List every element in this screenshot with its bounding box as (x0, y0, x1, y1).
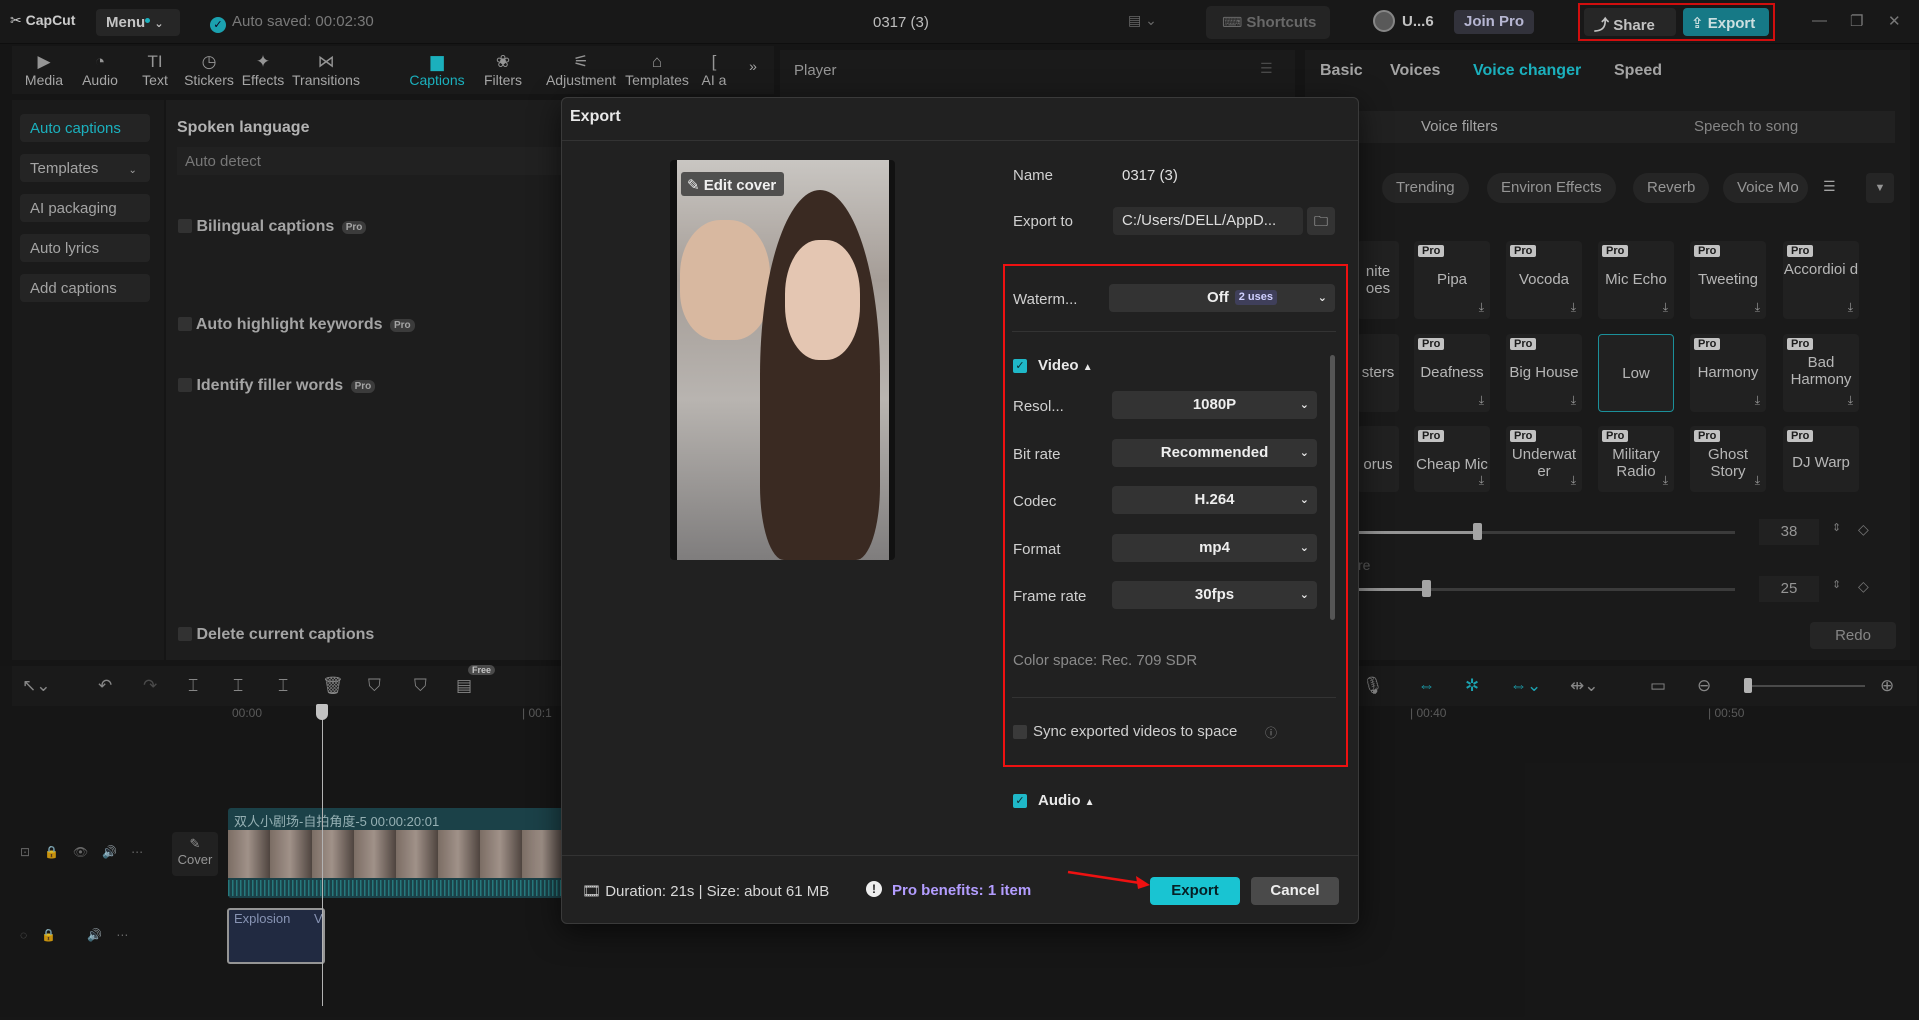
bitrate-label: Bit rate (1013, 446, 1061, 463)
codec-label: Codec (1013, 493, 1056, 510)
video-checkbox[interactable]: ✓ (1013, 359, 1027, 373)
resolution-select[interactable]: 1080P⌄ (1112, 391, 1317, 419)
bitrate-select[interactable]: Recommended⌄ (1112, 439, 1317, 467)
edit-icon: ✎ (687, 177, 700, 194)
audio-checkbox[interactable]: ✓ (1013, 794, 1027, 808)
edit-cover-button[interactable]: ✎ Edit cover (681, 172, 784, 196)
codec-select[interactable]: H.264⌄ (1112, 486, 1317, 514)
cover-person-left (680, 220, 770, 340)
chevron-down-icon: ⌄ (1300, 581, 1309, 609)
info-icon[interactable]: ! (866, 881, 882, 897)
name-label: Name (1013, 167, 1053, 184)
format-select[interactable]: mp4⌄ (1112, 534, 1317, 562)
chevron-up-icon: ▲ (1085, 797, 1095, 808)
name-input[interactable]: 0317 (3) (1122, 167, 1178, 184)
format-label: Format (1013, 541, 1061, 558)
divider (562, 855, 1358, 856)
divider (1012, 697, 1336, 698)
red-arrow-annotation (1066, 866, 1152, 890)
cover-person-right-face (785, 240, 860, 360)
divider (562, 140, 1358, 141)
framerate-select[interactable]: 30fps⌄ (1112, 581, 1317, 609)
framerate-label: Frame rate (1013, 588, 1086, 605)
folder-icon[interactable]: 🗀 (1307, 207, 1335, 235)
chevron-down-icon: ⌄ (1300, 439, 1309, 467)
watermark-select[interactable]: Off2 uses⌄ (1109, 284, 1335, 312)
sync-label: Sync exported videos to space (1033, 723, 1237, 740)
help-icon[interactable]: ⓘ (1265, 724, 1277, 741)
pro-benefits-link[interactable]: Pro benefits: 1 item (892, 882, 1031, 899)
color-space-info: Color space: Rec. 709 SDR (1013, 652, 1197, 669)
dialog-title: Export (570, 108, 621, 126)
audio-section-toggle[interactable]: Audio ▲ (1038, 792, 1095, 809)
uses-badge: 2 uses (1235, 290, 1277, 305)
export-button[interactable]: Export (1150, 877, 1240, 905)
video-section-toggle[interactable]: Video ▲ (1038, 357, 1093, 374)
chevron-up-icon: ▲ (1083, 362, 1093, 373)
chevron-down-icon: ⌄ (1300, 534, 1309, 562)
duration-size-info: 🎞 Duration: 21s | Size: about 61 MB (582, 882, 829, 900)
sync-checkbox[interactable] (1013, 725, 1027, 739)
chevron-down-icon: ⌄ (1300, 486, 1309, 514)
resolution-label: Resol... (1013, 398, 1064, 415)
export-to-label: Export to (1013, 213, 1073, 230)
cancel-button[interactable]: Cancel (1251, 877, 1339, 905)
highlight-box-settings (1003, 264, 1348, 767)
divider (1012, 331, 1336, 332)
chevron-down-icon: ⌄ (1300, 391, 1309, 419)
film-icon: 🎞 (582, 883, 601, 900)
watermark-label: Waterm... (1013, 291, 1077, 308)
export-path-input[interactable]: C:/Users/DELL/AppD... (1113, 207, 1303, 235)
settings-scrollbar[interactable] (1330, 355, 1335, 620)
chevron-down-icon: ⌄ (1318, 284, 1327, 312)
